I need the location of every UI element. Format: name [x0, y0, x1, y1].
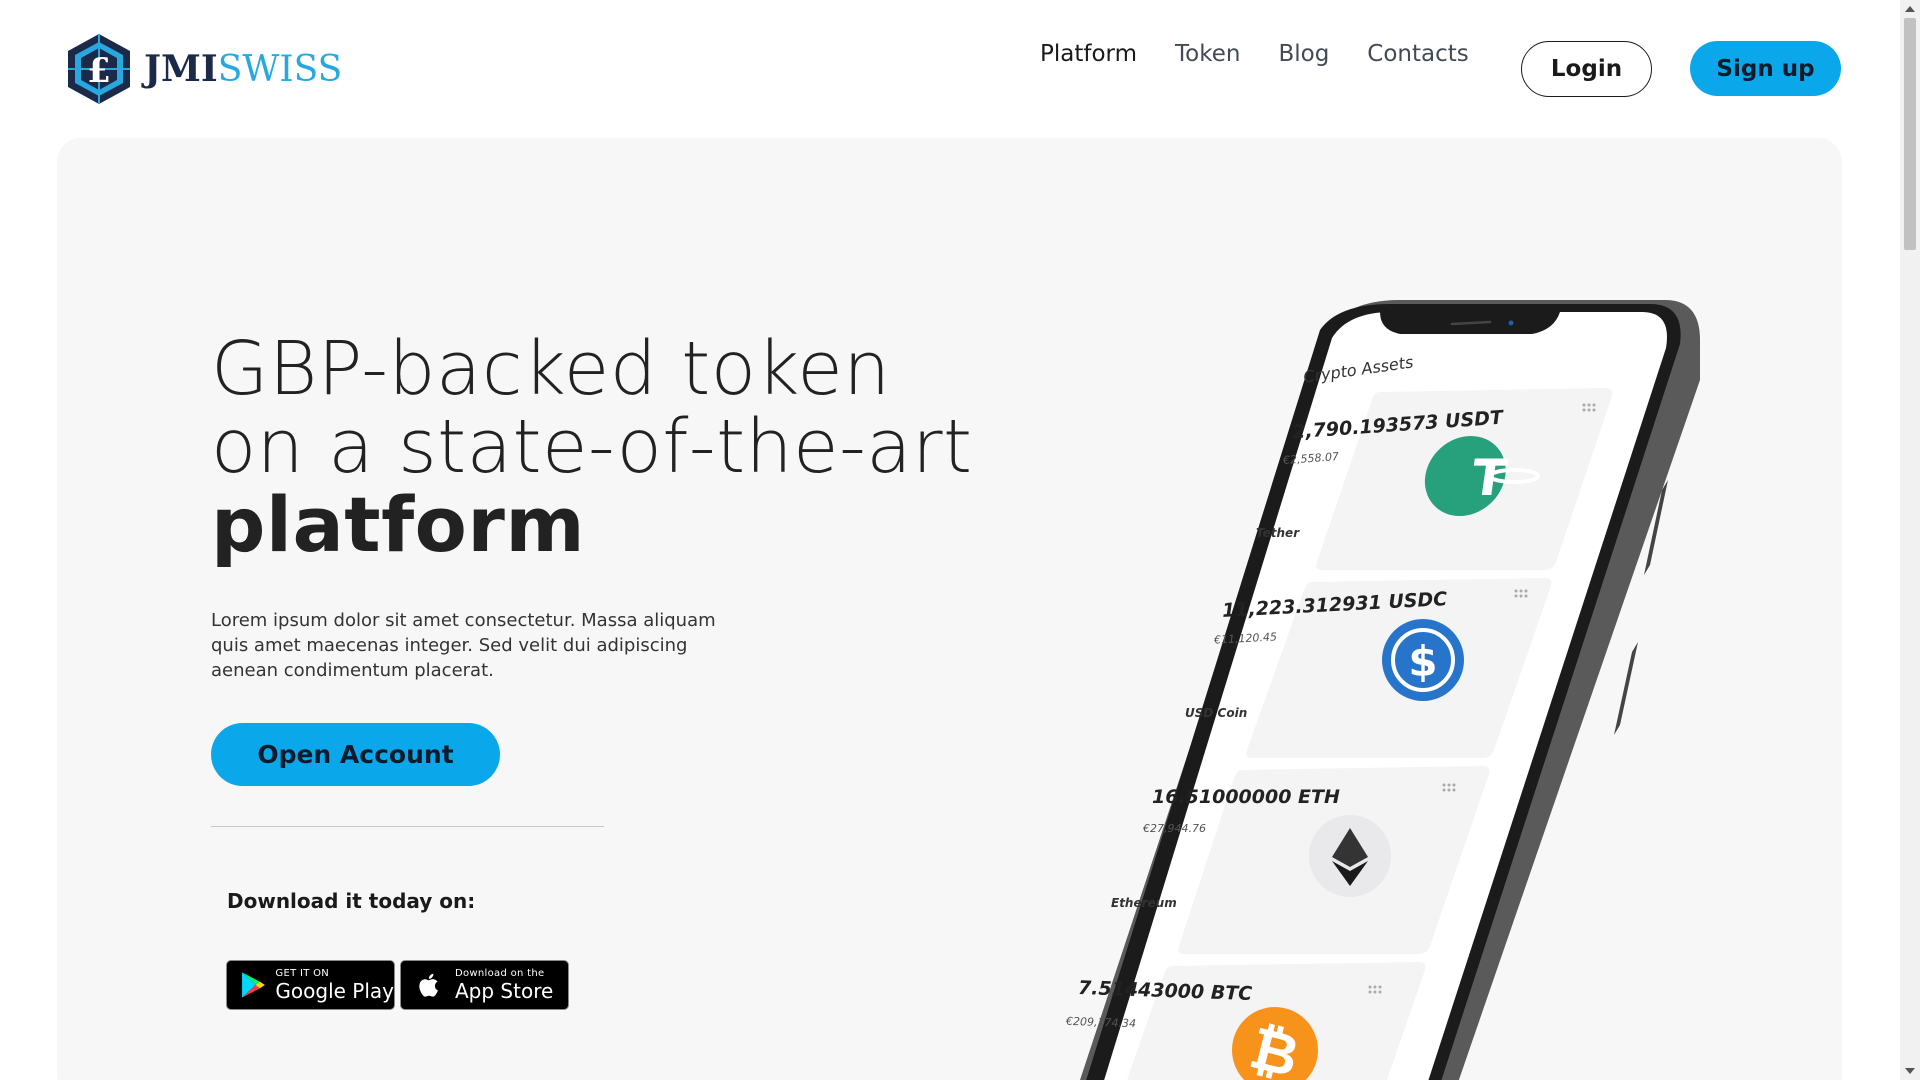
scroll-thumb[interactable]	[1904, 18, 1916, 250]
google-play-icon	[242, 972, 265, 998]
usdc-icon: $	[1382, 619, 1464, 701]
page-scrollbar[interactable]	[1900, 0, 1920, 1080]
google-play-badge[interactable]: GET IT ON Google Play	[226, 960, 395, 1010]
brand-logo[interactable]: £ JMISWISS	[64, 32, 342, 106]
signup-button[interactable]: Sign up	[1690, 41, 1841, 96]
nav-platform[interactable]: Platform	[1040, 41, 1137, 67]
brand-name: JMISWISS	[144, 48, 343, 90]
svg-text:£: £	[87, 51, 111, 91]
phone-mockup: T $ ₿ Crypto Assets 2,790.193573 USDT €2…	[1066, 300, 1700, 1080]
nav-token[interactable]: Token	[1175, 41, 1240, 67]
headline-line-1: GBP-backed token	[211, 326, 891, 412]
login-button[interactable]: Login	[1521, 41, 1652, 97]
svg-text:$: $	[1408, 637, 1437, 686]
google-play-small-text: GET IT ON	[275, 968, 330, 979]
asset-name-ethereum: Ethereum	[1111, 896, 1177, 910]
nav-blog[interactable]: Blog	[1278, 41, 1329, 67]
app-store-big-text: App Store	[455, 979, 554, 1003]
scroll-down-arrow-icon[interactable]	[1905, 1068, 1915, 1074]
app-store-small-text: Download on the	[455, 968, 545, 979]
app-store-badge[interactable]: Download on the App Store	[400, 960, 569, 1010]
asset-amount-ethereum: 16.51000000 ETH	[1152, 786, 1340, 808]
ethereum-icon	[1309, 815, 1391, 897]
hero-divider	[211, 826, 604, 827]
hero-description: Lorem ipsum dolor sit amet consectetur. …	[211, 610, 716, 681]
apple-icon	[419, 973, 438, 997]
asset-fiat-ethereum: €27,944.76	[1143, 822, 1206, 835]
page: £ JMISWISS Platform Token Blog Contacts …	[0, 0, 1920, 1080]
asset-fiat-bitcoin: €209,174.34	[1065, 1014, 1137, 1031]
headline-line-2: on a state-of-the-art	[211, 404, 973, 490]
logo-hexagon-icon: £	[68, 34, 130, 104]
hero-headline: GBP-backed token on a state-of-the-art p…	[211, 330, 973, 565]
asset-name-tether: Tether	[1256, 526, 1300, 540]
main-nav: Platform Token Blog Contacts	[1040, 41, 1507, 67]
nav-contacts[interactable]: Contacts	[1367, 41, 1468, 67]
open-account-button[interactable]: Open Account	[211, 723, 500, 786]
headline-line-3: platform	[211, 480, 586, 569]
scroll-up-arrow-icon[interactable]	[1905, 6, 1915, 12]
google-play-big-text: Google Play	[275, 979, 394, 1003]
download-label: Download it today on:	[227, 889, 476, 913]
asset-name-usdc: USD Coin	[1185, 706, 1248, 720]
